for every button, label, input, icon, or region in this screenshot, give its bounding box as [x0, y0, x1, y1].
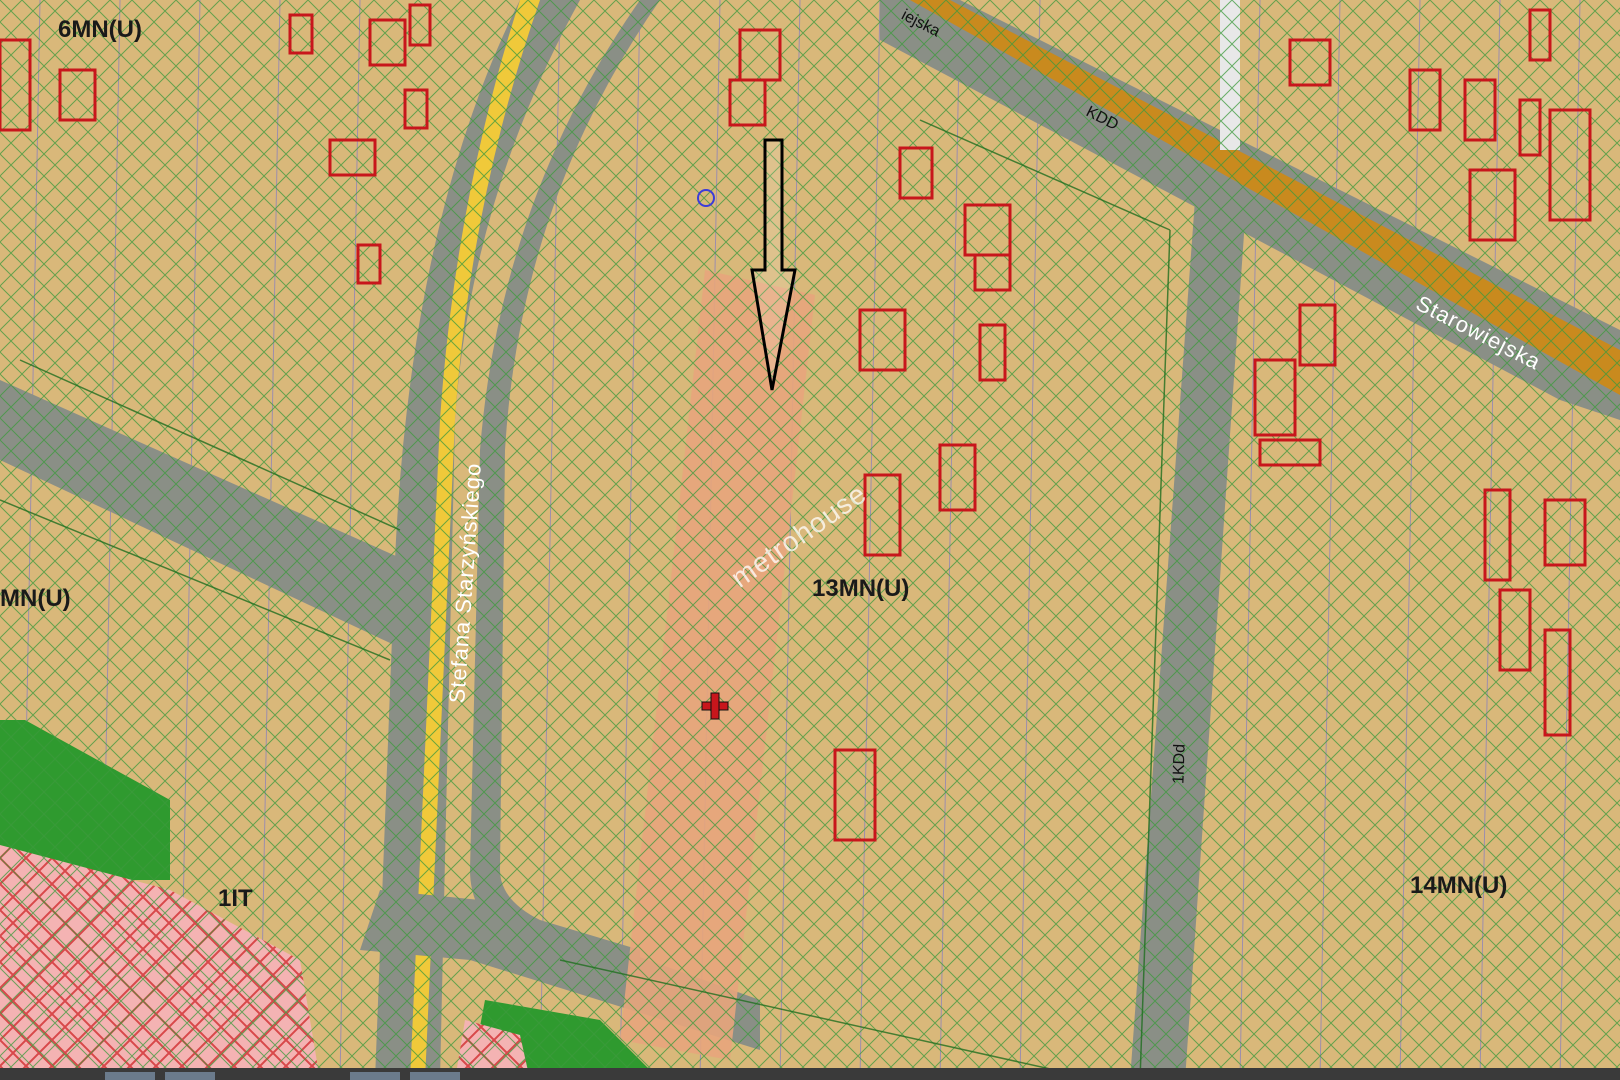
zone-label-mnu: MN(U) — [0, 585, 71, 612]
zone-label-6mnu: 6MN(U) — [58, 16, 142, 43]
zone-label-14mnu: 14MN(U) — [1410, 872, 1508, 899]
toolbar-button-2[interactable] — [165, 1072, 215, 1080]
street-label-1kdd: 1KDd — [1170, 743, 1189, 785]
zone-label-1it: 1IT — [218, 885, 253, 912]
toolbar-button-4[interactable] — [410, 1072, 460, 1080]
toolbar-button-3[interactable] — [350, 1072, 400, 1080]
zone-label-13mnu: 13MN(U) — [812, 575, 910, 602]
zoning-map[interactable]: 6MN(U) MN(U) 13MN(U) 14MN(U) 1IT Stefana… — [0, 0, 1620, 1080]
toolbar-button-1[interactable] — [105, 1072, 155, 1080]
bottom-toolbar — [0, 1068, 1620, 1080]
